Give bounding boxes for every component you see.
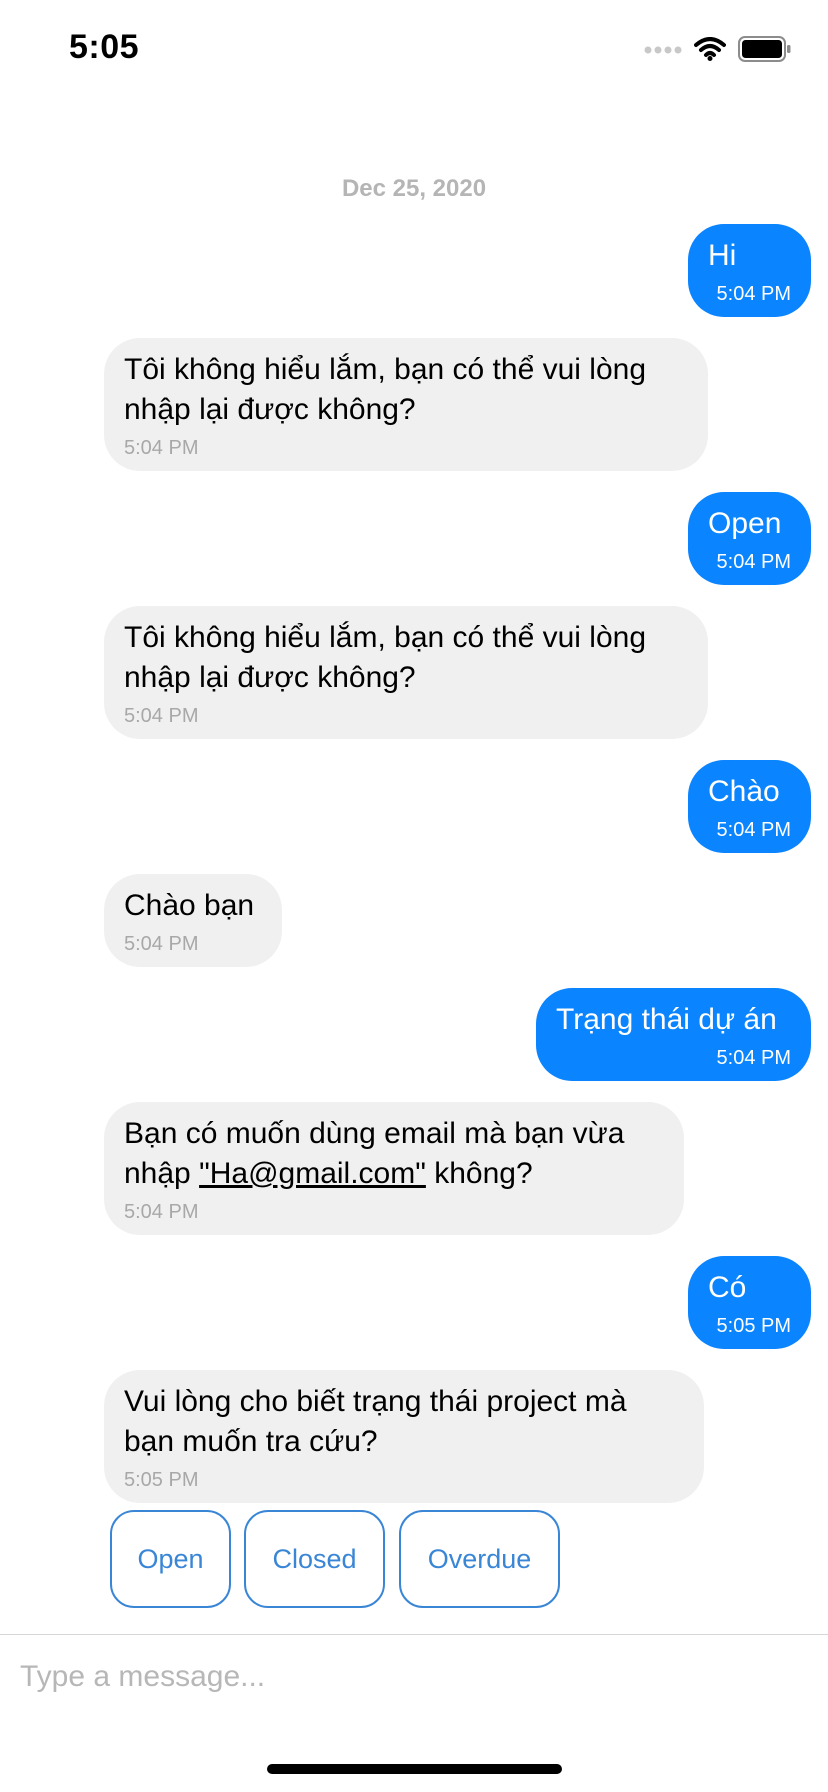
outgoing-message-bubble[interactable]: Trạng thái dự án 5:04 PM	[536, 988, 811, 1081]
message-text-part: không?	[425, 1157, 533, 1190]
message-timestamp: 5:04 PM	[124, 1201, 199, 1223]
message-text: Hi	[708, 239, 737, 272]
message-timestamp: 5:04 PM	[124, 437, 199, 459]
outgoing-message-bubble[interactable]: Có 5:05 PM	[688, 1256, 811, 1349]
status-icons	[644, 35, 792, 67]
message-timestamp: 5:04 PM	[716, 819, 791, 841]
message-timestamp: 5:05 PM	[124, 1469, 199, 1491]
message-text: Vui lòng cho biết trạng thái project mà …	[124, 1385, 635, 1458]
message-timestamp: 5:04 PM	[716, 283, 791, 305]
message-timestamp: 5:04 PM	[716, 1047, 791, 1069]
message-text: Chào	[708, 775, 780, 808]
outgoing-message-bubble[interactable]: Open 5:04 PM	[688, 492, 811, 585]
outgoing-message-bubble[interactable]: Hi 5:04 PM	[688, 224, 811, 317]
message-timestamp: 5:04 PM	[124, 705, 199, 727]
message-text: Tôi không hiểu lắm, bạn có thể vui lòng …	[124, 621, 655, 694]
message-text: Open	[708, 507, 782, 540]
incoming-message-bubble[interactable]: Chào bạn 5:04 PM	[104, 874, 282, 967]
message-text: Bạn có muốn dùng email mà bạn vừa nhập "…	[124, 1114, 664, 1194]
incoming-message-bubble[interactable]: Tôi không hiểu lắm, bạn có thể vui lòng …	[104, 338, 708, 471]
cellular-signal-icon	[644, 42, 682, 60]
wifi-icon	[694, 36, 726, 66]
quick-reply-overdue-button[interactable]: Overdue	[399, 1510, 560, 1608]
quick-reply-open-button[interactable]: Open	[110, 1510, 231, 1608]
status-time: 5:05	[69, 28, 140, 66]
email-link[interactable]: "Ha@gmail.com"	[199, 1157, 426, 1190]
message-input[interactable]	[20, 1651, 800, 1703]
message-timestamp: 5:04 PM	[716, 551, 791, 573]
message-text: Có	[708, 1271, 747, 1304]
battery-icon	[738, 35, 792, 67]
message-timestamp: 5:04 PM	[124, 933, 199, 955]
quick-reply-closed-button[interactable]: Closed	[244, 1510, 385, 1608]
home-indicator[interactable]	[267, 1764, 562, 1774]
outgoing-message-bubble[interactable]: Chào 5:04 PM	[688, 760, 811, 853]
incoming-message-bubble[interactable]: Bạn có muốn dùng email mà bạn vừa nhập "…	[104, 1102, 684, 1235]
message-text: Trạng thái dự án	[556, 1003, 777, 1036]
incoming-message-bubble[interactable]: Vui lòng cho biết trạng thái project mà …	[104, 1370, 704, 1503]
message-text: Chào bạn	[124, 889, 255, 922]
incoming-message-bubble[interactable]: Tôi không hiểu lắm, bạn có thể vui lòng …	[104, 606, 708, 739]
chat-date-header: Dec 25, 2020	[341, 175, 487, 202]
message-text: Tôi không hiểu lắm, bạn có thể vui lòng …	[124, 353, 655, 426]
status-bar: 5:05	[0, 0, 828, 100]
message-timestamp: 5:05 PM	[716, 1315, 791, 1337]
